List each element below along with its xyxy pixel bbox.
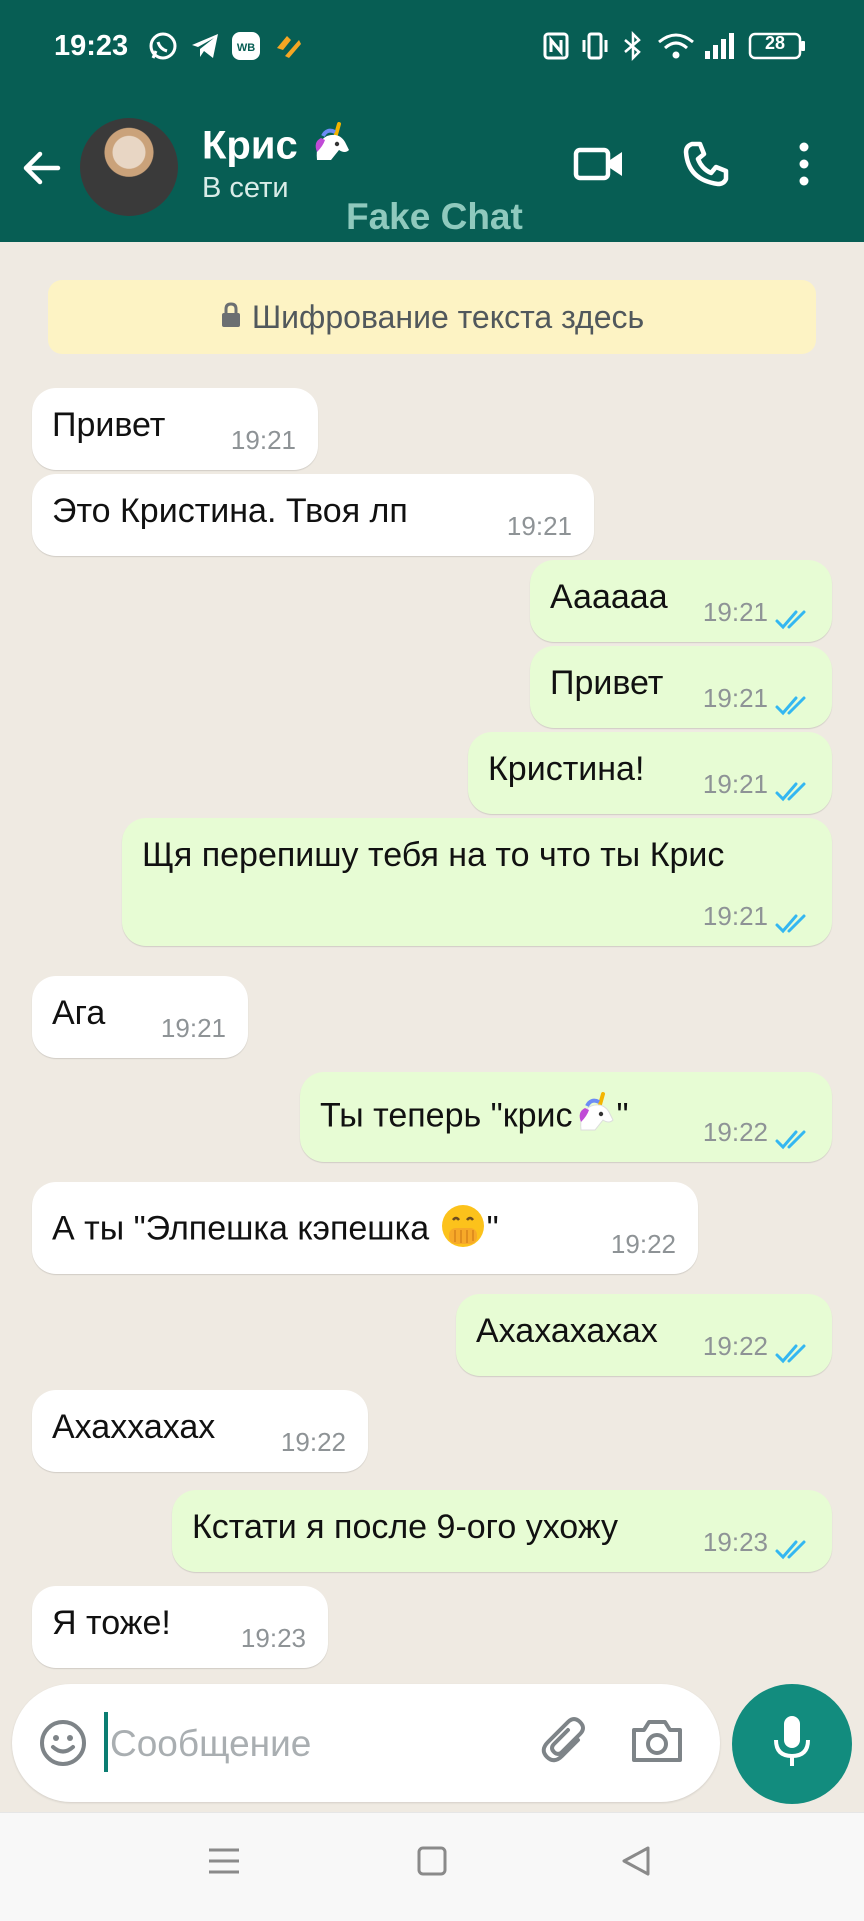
back-arrow-icon[interactable] [18, 144, 66, 192]
read-ticks-icon [774, 774, 814, 802]
message-text: Это Кристина. Твоя лп [52, 492, 408, 530]
message-text-part: Ты теперь "крис [320, 1096, 573, 1135]
read-ticks-icon [774, 1532, 814, 1560]
message-bubble-outgoing[interactable]: Кстати я после 9-ого ухожу 19:23 [172, 1490, 832, 1572]
home-icon[interactable] [414, 1843, 450, 1884]
app-icon [272, 30, 304, 62]
message-text: Ахахахахах [476, 1312, 658, 1350]
voice-message-button[interactable] [732, 1684, 852, 1804]
unicorn-emoji-icon [573, 1092, 617, 1143]
read-ticks-icon [774, 906, 814, 934]
message-time: 19:22 [702, 1331, 768, 1361]
contact-name[interactable]: Крис [202, 122, 353, 174]
message-bubble-incoming[interactable]: А ты "Элпешка кэпешка " 19:22 [32, 1182, 698, 1274]
message-text-part: " [616, 1096, 629, 1135]
lock-icon [220, 299, 242, 336]
message-text-part: " [486, 1209, 499, 1248]
message-time: 19:21 [230, 425, 296, 455]
message-bubble-outgoing[interactable]: Привет 19:21 [530, 646, 832, 728]
message-bubble-incoming[interactable]: Привет 19:21 [32, 388, 318, 470]
message-text: Привет [52, 406, 166, 444]
vibrate-icon [580, 30, 610, 62]
signal-icon [702, 30, 736, 62]
unicorn-emoji-icon [309, 122, 353, 174]
message-time: 19:21 [160, 1013, 226, 1043]
message-bubble-incoming[interactable]: Ага 19:21 [32, 976, 248, 1058]
message-time: 19:21 [702, 769, 768, 799]
message-time: 19:23 [702, 1527, 768, 1557]
battery-icon: 28 [748, 30, 806, 62]
status-bar: 19:23 WB 28 [0, 0, 864, 100]
read-ticks-icon [774, 1122, 814, 1150]
message-bubble-incoming[interactable]: Я тоже! 19:23 [32, 1586, 328, 1668]
read-ticks-icon [774, 1336, 814, 1364]
message-time: 19:22 [610, 1229, 676, 1259]
read-ticks-icon [774, 688, 814, 716]
wb-app-icon: WB [230, 30, 262, 62]
whatsapp-icon [146, 30, 180, 62]
message-list[interactable]: Шифрование текста здесь Привет 19:21 Это… [0, 242, 864, 1812]
message-bubble-outgoing[interactable]: Ты теперь "крис " 19:22 [300, 1072, 832, 1162]
message-bubble-outgoing[interactable]: Аааааа 19:21 [530, 560, 832, 642]
contact-avatar[interactable] [80, 118, 178, 216]
phone-call-icon[interactable] [680, 138, 732, 195]
emoji-icon[interactable] [38, 1718, 88, 1773]
wb-badge-text: WB [237, 42, 255, 54]
watermark: Fake Chat [346, 196, 523, 237]
camera-icon[interactable] [630, 1716, 684, 1771]
message-text: Кристина! [488, 750, 645, 788]
microphone-icon [772, 1714, 812, 1775]
message-text-part: А ты "Элпешка кэпешка [52, 1209, 439, 1248]
encryption-notice[interactable]: Шифрование текста здесь [48, 280, 816, 354]
message-bubble-outgoing[interactable]: Щя перепишу тебя на то что ты Крис 19:21 [122, 818, 832, 946]
message-text: Ахаххахах [52, 1408, 216, 1446]
paperclip-icon[interactable] [538, 1714, 592, 1773]
system-navigation-bar [0, 1812, 864, 1921]
status-time: 19:23 [54, 30, 129, 62]
message-text: Ты теперь "крис " [320, 1092, 629, 1143]
message-time: 19:22 [280, 1427, 346, 1457]
bluetooth-icon [618, 30, 648, 62]
nfc-icon [542, 30, 570, 62]
message-time: 19:21 [702, 901, 768, 931]
telegram-icon [188, 30, 222, 62]
message-time: 19:21 [506, 511, 572, 541]
message-text: Я тоже! [52, 1604, 171, 1642]
message-time: 19:21 [702, 597, 768, 627]
encryption-text: Шифрование текста здесь [251, 298, 645, 335]
message-time: 19:22 [702, 1117, 768, 1147]
message-text: Щя перепишу тебя на то что ты Крис [142, 836, 725, 874]
message-time: 19:21 [702, 683, 768, 713]
message-text: Привет [550, 664, 664, 702]
message-bubble-incoming[interactable]: Ахаххахах 19:22 [32, 1390, 368, 1472]
chat-header: Крис В сети Fake Chat [0, 100, 864, 242]
battery-level: 28 [764, 33, 786, 53]
video-call-icon[interactable] [572, 138, 628, 195]
message-input[interactable] [108, 1704, 532, 1784]
message-bubble-outgoing[interactable]: Кристина! 19:21 [468, 732, 832, 814]
message-bubble-incoming[interactable]: Это Кристина. Твоя лп 19:21 [32, 474, 594, 556]
message-text: Аааааа [550, 578, 668, 616]
face-with-hand-over-mouth-emoji-icon [439, 1202, 487, 1259]
message-bubble-outgoing[interactable]: Ахахахахах 19:22 [456, 1294, 832, 1376]
contact-name-text: Крис [202, 123, 298, 168]
read-ticks-icon [774, 602, 814, 630]
contact-status: В сети [202, 172, 289, 204]
wifi-icon [656, 30, 696, 62]
menu-icon[interactable] [206, 1843, 242, 1884]
message-time: 19:23 [240, 1623, 306, 1653]
more-options-icon[interactable] [796, 138, 812, 195]
message-text: А ты "Элпешка кэпешка " [52, 1202, 499, 1259]
message-text: Кстати я после 9-ого ухожу [192, 1508, 618, 1546]
message-composer [12, 1684, 720, 1802]
back-triangle-icon[interactable] [618, 1843, 654, 1884]
message-text: Ага [52, 994, 106, 1032]
